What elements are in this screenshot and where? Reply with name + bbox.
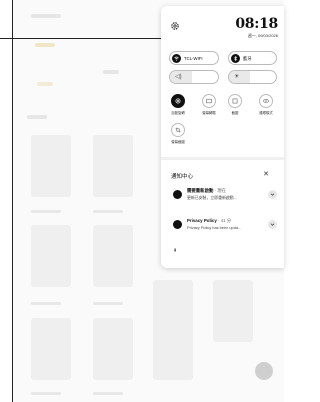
notification-item[interactable]: Privacy Policy · 41 分 Privacy Policy has…	[171, 217, 281, 235]
brightness-slider[interactable]: ☀	[228, 70, 277, 84]
privacy-icon	[173, 220, 182, 229]
bg-caption	[31, 302, 61, 305]
bg-caption	[93, 210, 123, 213]
chevron-down-icon	[270, 223, 275, 226]
control-center-panel: 08:18 週一, 09/03/2026 TCL-WIFI 藍牙 ◁) ☀ 自動…	[161, 6, 284, 268]
bg-label	[37, 82, 53, 86]
notification-title: 需要重新啟動	[187, 188, 214, 193]
bg-tile	[31, 318, 71, 380]
rotate-icon	[175, 98, 181, 104]
bg-tile	[31, 225, 71, 287]
bg-tile	[31, 135, 71, 197]
qs-label: 螢幕截圖	[171, 140, 185, 144]
eye-icon	[263, 99, 269, 103]
bg-caption	[31, 392, 61, 395]
brightness-icon: ☀	[234, 74, 240, 80]
divider	[161, 157, 284, 160]
chevron-down-icon	[270, 193, 275, 196]
bluetooth-toggle[interactable]: 藍牙	[228, 51, 277, 65]
expand-button[interactable]	[268, 190, 277, 199]
qs-screen-cast[interactable]: 螢幕轉驗	[198, 94, 220, 115]
qs-label: 護眼模式	[259, 111, 273, 115]
crop-icon	[175, 127, 181, 133]
qs-label: 自動旋轉	[171, 111, 185, 115]
volume-icon: ◁)	[175, 74, 182, 80]
bluetooth-icon	[234, 55, 237, 61]
restart-icon	[173, 190, 182, 199]
wifi-toggle[interactable]: TCL-WIFI	[169, 51, 219, 65]
expand-button[interactable]	[268, 220, 277, 229]
brightness-slider-fill	[229, 71, 251, 83]
close-icon[interactable]: ✕	[263, 170, 269, 178]
bg-tile	[153, 318, 193, 380]
notification-title: Privacy Policy	[187, 218, 217, 223]
bg-label	[103, 70, 119, 74]
notification-time: · 現在	[214, 188, 227, 193]
bg-title-bar	[31, 14, 61, 18]
notification-item[interactable]: 需要重新啟動 · 現在 更新已安裝，立即重新啟動...	[171, 187, 281, 205]
wifi-label: TCL-WIFI	[184, 55, 203, 61]
bg-tile	[93, 318, 133, 380]
qs-screenshot[interactable]: 截圖	[224, 94, 246, 115]
clock-date: 週一, 09/03/2026	[247, 33, 278, 38]
qs-label: 截圖	[231, 111, 239, 115]
bg-caption	[93, 392, 123, 395]
pin-icon[interactable]: ⇞	[173, 248, 177, 254]
bg-folder-label	[35, 43, 55, 47]
bg-caption	[31, 210, 61, 213]
bg-tile	[213, 280, 253, 342]
qs-auto-rotate[interactable]: 自動旋轉	[167, 94, 189, 115]
screen-cast-icon	[206, 98, 212, 104]
qs-eye-care[interactable]: 護眼模式	[255, 94, 277, 115]
pointer-line	[0, 38, 168, 39]
bg-floating-button	[255, 362, 273, 380]
bg-tile	[93, 135, 133, 197]
bg-caption	[93, 302, 123, 305]
volume-slider[interactable]: ◁)	[169, 70, 219, 84]
bluetooth-label: 藍牙	[243, 55, 252, 61]
qs-label: 螢幕轉驗	[202, 111, 216, 115]
gear-icon[interactable]	[170, 21, 180, 31]
clock-time: 08:18	[235, 16, 278, 32]
notification-body: 更新已安裝，立即重新啟動...	[187, 195, 237, 200]
notification-center-title: 通知中心	[171, 174, 194, 180]
qs-screen-crop[interactable]: 螢幕截圖	[167, 123, 189, 144]
notification-body: Privacy Policy has been upda...	[187, 225, 242, 230]
wifi-icon	[174, 56, 179, 61]
bg-tile	[93, 225, 133, 287]
bg-section-label	[27, 115, 47, 119]
screenshot-icon	[232, 98, 238, 104]
notification-time: · 41 分	[218, 218, 232, 223]
